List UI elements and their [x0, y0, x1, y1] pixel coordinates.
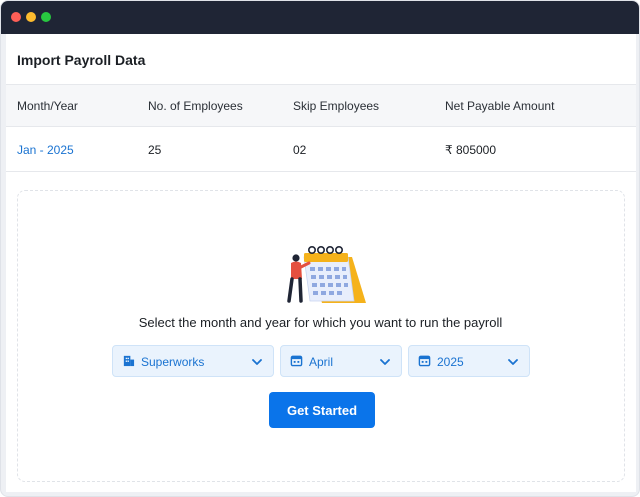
- chevron-down-icon: [508, 359, 518, 365]
- company-select-value: Superworks: [141, 355, 205, 369]
- month-select[interactable]: April: [280, 345, 402, 377]
- year-select-value: 2025: [437, 355, 464, 369]
- employees-count: 25: [148, 143, 162, 157]
- maximize-window-button[interactable]: [41, 12, 51, 22]
- table-header-row: Month/Year No. of Employees Skip Employe…: [6, 85, 636, 127]
- close-window-button[interactable]: [11, 12, 21, 22]
- app-window: Import Payroll Data Month/Year No. of Em…: [0, 0, 640, 497]
- month-year-link[interactable]: Jan - 2025: [17, 143, 74, 157]
- year-select[interactable]: 2025: [408, 345, 530, 377]
- minimize-window-button[interactable]: [26, 12, 36, 22]
- month-select-value: April: [309, 355, 334, 369]
- calendar-icon: [290, 355, 303, 367]
- chevron-down-icon: [252, 359, 262, 365]
- panel-header: Import Payroll Data: [6, 34, 636, 85]
- page-title: Import Payroll Data: [17, 52, 146, 68]
- payroll-selection-area: Select the month and year for which you …: [17, 190, 625, 482]
- calendar-icon: [418, 355, 431, 367]
- building-icon: [123, 355, 135, 367]
- skip-employees-count: 02: [293, 143, 307, 157]
- column-header-skip-employees: Skip Employees: [293, 99, 380, 113]
- get-started-button[interactable]: Get Started: [269, 392, 375, 428]
- calendar-person-illustration: [287, 245, 366, 303]
- selection-prompt: Select the month and year for which you …: [138, 315, 503, 330]
- table-row: Jan - 2025 25 02 ₹ 805000: [6, 127, 636, 172]
- column-header-employees: No. of Employees: [148, 99, 243, 113]
- chevron-down-icon: [380, 359, 390, 365]
- company-select[interactable]: Superworks: [112, 345, 274, 377]
- column-header-month-year: Month/Year: [17, 99, 78, 113]
- import-payroll-panel: Import Payroll Data Month/Year No. of Em…: [6, 34, 636, 492]
- window-titlebar: [1, 1, 639, 34]
- column-header-net-payable: Net Payable Amount: [445, 99, 555, 113]
- net-payable-amount: ₹ 805000: [445, 143, 497, 157]
